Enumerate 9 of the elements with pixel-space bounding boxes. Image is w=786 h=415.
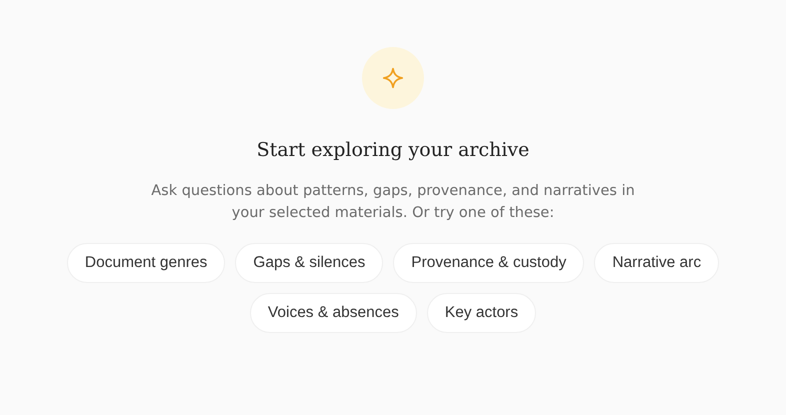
empty-state-description: Ask questions about patterns, gaps, provenance, and narratives in your selected materials. Or try one of these: (150, 182, 636, 223)
suggestion-chip[interactable]: Document genres (66, 243, 226, 283)
suggestion-chip[interactable]: Key actors (426, 293, 536, 333)
suggestion-chip[interactable]: Provenance & custody (393, 243, 584, 283)
empty-state-title: Start exploring your archive (256, 139, 530, 161)
suggestion-chip[interactable]: Voices & absences (250, 293, 417, 333)
suggestion-chip[interactable]: Narrative arc (594, 243, 720, 283)
sparkle-icon (382, 67, 404, 89)
suggestion-chip[interactable]: Gaps & silences (235, 243, 384, 283)
